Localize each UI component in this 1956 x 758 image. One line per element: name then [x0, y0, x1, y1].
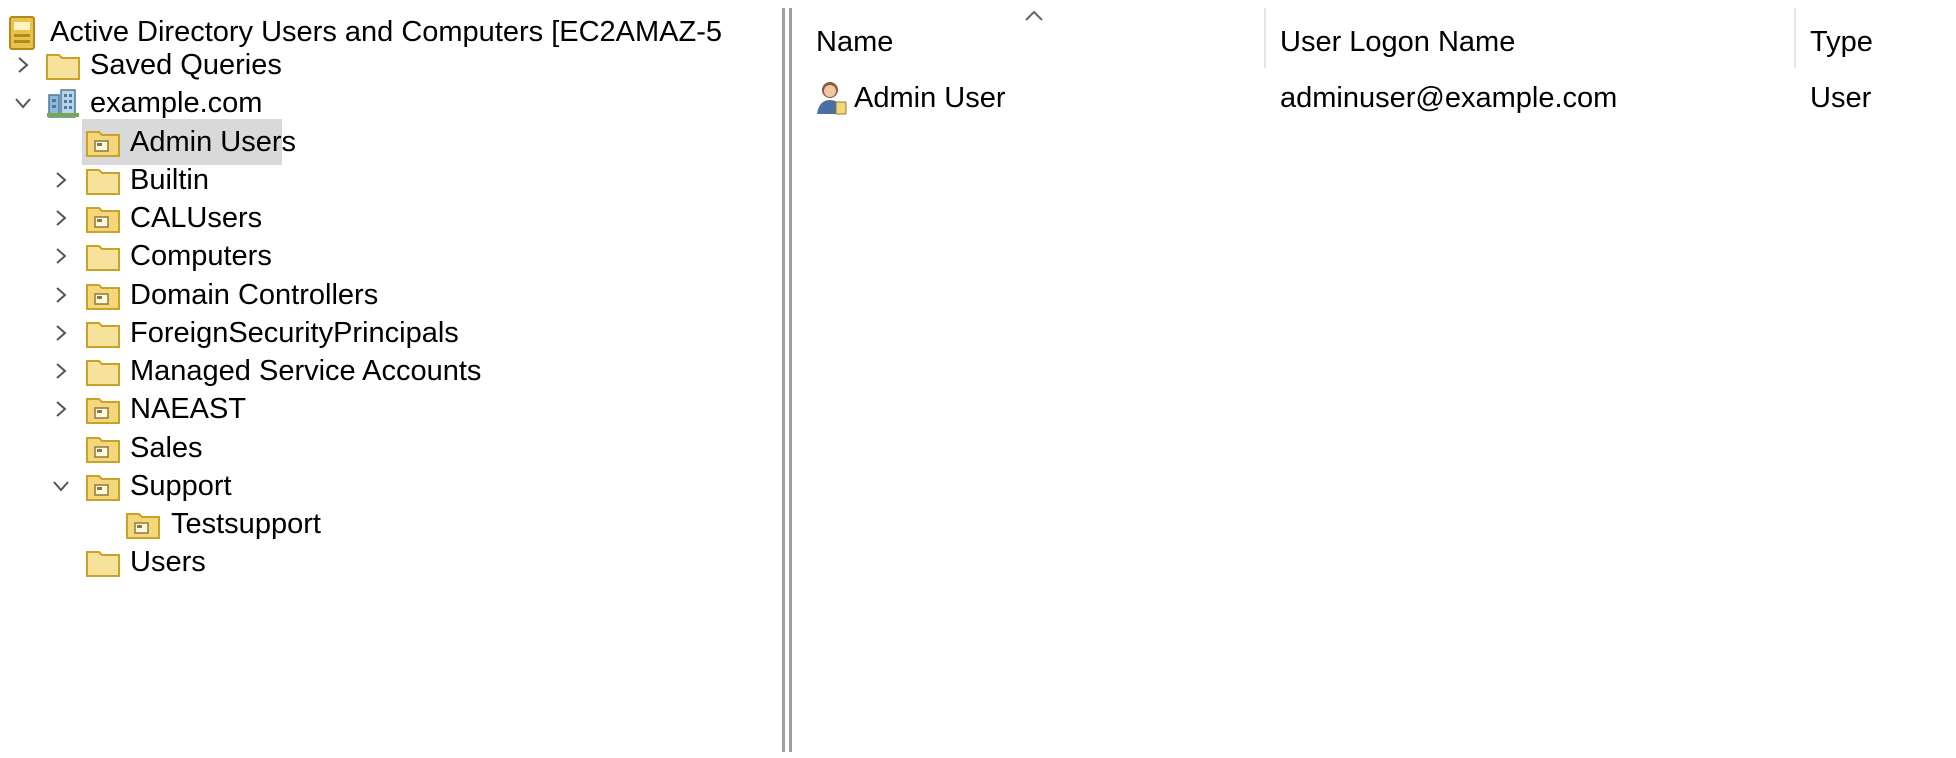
tree-item-label: NAEAST — [130, 393, 247, 425]
column-divider[interactable] — [1264, 8, 1266, 68]
cell-type: User — [1810, 82, 1872, 114]
chevron-right-icon[interactable] — [44, 387, 78, 431]
folder-icon — [85, 546, 121, 578]
column-divider[interactable] — [1794, 8, 1796, 68]
domain-icon — [45, 87, 81, 119]
ou-folder-icon — [85, 393, 121, 425]
ou-folder-icon — [85, 470, 121, 502]
tree-item-computers[interactable]: Computers — [0, 234, 780, 278]
console-tree: Active Directory Users and Computers [EC… — [0, 0, 780, 758]
ou-folder-icon — [85, 279, 121, 311]
tree-item-label: Computers — [130, 240, 272, 272]
pane-splitter[interactable] — [782, 8, 785, 752]
folder-icon — [85, 317, 121, 349]
tree-item-label: Users — [130, 546, 206, 578]
pane-splitter-edge — [789, 8, 792, 752]
column-header-label: Type — [1810, 26, 1873, 58]
column-header-user-logon-name[interactable]: User Logon Name — [1280, 0, 1780, 76]
app-window: Active Directory Users and Computers [EC… — [0, 0, 1956, 758]
folder-icon — [45, 49, 81, 81]
ou-folder-icon — [125, 508, 161, 540]
column-header-type[interactable]: Type — [1810, 0, 1950, 76]
results-list: Name User Logon Name Type Admin User adm… — [796, 0, 1956, 758]
cell-user-logon-name: adminuser@example.com — [1280, 82, 1618, 114]
sort-ascending-icon — [1025, 10, 1043, 21]
chevron-right-icon[interactable] — [44, 234, 78, 278]
folder-icon — [85, 355, 121, 387]
user-icon — [814, 80, 848, 116]
folder-icon — [85, 240, 121, 272]
ou-folder-icon — [85, 202, 121, 234]
tree-item-naeast[interactable]: NAEAST — [0, 387, 780, 431]
ou-folder-icon — [85, 126, 121, 158]
cell-name: Admin User — [854, 82, 1006, 114]
folder-icon — [85, 164, 121, 196]
chevron-down-icon[interactable] — [6, 81, 40, 125]
tree-item-users[interactable]: Users — [0, 540, 780, 584]
list-item[interactable]: Admin User adminuser@example.com User — [796, 74, 1956, 122]
column-header-label: Name — [816, 26, 894, 58]
ou-folder-icon — [85, 432, 121, 464]
column-header-label: User Logon Name — [1280, 26, 1516, 58]
